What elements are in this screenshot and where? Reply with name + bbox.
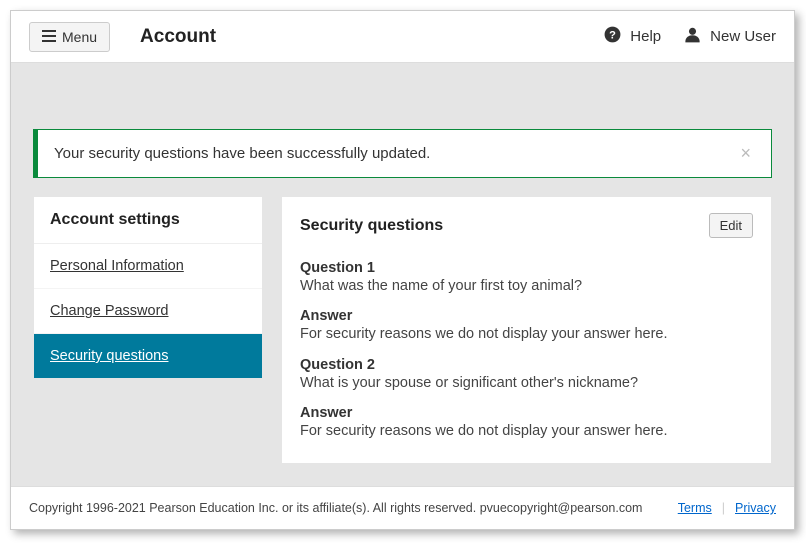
help-icon: ? [603, 25, 622, 48]
menu-label: Menu [62, 29, 97, 45]
svg-text:?: ? [609, 29, 616, 41]
footer-separator: | [722, 501, 725, 515]
answer-1-label: Answer [300, 308, 753, 324]
content-title: Security questions [300, 217, 443, 235]
content-header: Security questions Edit [300, 213, 753, 238]
question-1-text: What was the name of your first toy anim… [300, 276, 753, 296]
answer-2-text: For security reasons we do not display y… [300, 421, 753, 441]
app-window: Menu Account ? Help New User Your securi… [10, 10, 795, 530]
sidebar-item-change-password[interactable]: Change Password [34, 289, 262, 334]
menu-button[interactable]: Menu [29, 22, 110, 52]
privacy-link[interactable]: Privacy [735, 501, 776, 515]
answer-1-text: For security reasons we do not display y… [300, 324, 753, 344]
question-2-label: Question 2 [300, 357, 753, 373]
edit-button[interactable]: Edit [709, 213, 753, 238]
edit-label: Edit [720, 218, 742, 233]
question-1-label: Question 1 [300, 260, 753, 276]
page-title: Account [140, 26, 216, 48]
sidebar-item-label: Personal Information [50, 258, 184, 274]
sidebar: Account settings Personal Information Ch… [33, 196, 263, 379]
content-panel: Security questions Edit Question 1 What … [281, 196, 772, 464]
success-alert: Your security questions have been succes… [33, 129, 772, 178]
question-2-text: What is your spouse or significant other… [300, 373, 753, 393]
answer-2-label: Answer [300, 405, 753, 421]
alert-text: Your security questions have been succes… [54, 145, 736, 162]
sidebar-item-security-questions[interactable]: Security questions [34, 334, 262, 378]
help-link[interactable]: ? Help [603, 25, 661, 48]
sidebar-title: Account settings [34, 197, 262, 244]
user-icon [683, 25, 702, 48]
sidebar-item-personal-information[interactable]: Personal Information [34, 244, 262, 289]
footer: Copyright 1996-2021 Pearson Education In… [11, 486, 794, 529]
copyright-text: Copyright 1996-2021 Pearson Education In… [29, 501, 668, 515]
terms-link[interactable]: Terms [678, 501, 712, 515]
user-link[interactable]: New User [683, 25, 776, 48]
sidebar-item-label: Security questions [50, 348, 168, 364]
header: Menu Account ? Help New User [11, 11, 794, 63]
body: Your security questions have been succes… [11, 63, 794, 486]
close-icon[interactable]: × [736, 143, 755, 164]
hamburger-icon [42, 29, 56, 45]
sidebar-item-label: Change Password [50, 303, 169, 319]
columns: Account settings Personal Information Ch… [33, 196, 772, 464]
help-label: Help [630, 28, 661, 45]
user-label: New User [710, 28, 776, 45]
